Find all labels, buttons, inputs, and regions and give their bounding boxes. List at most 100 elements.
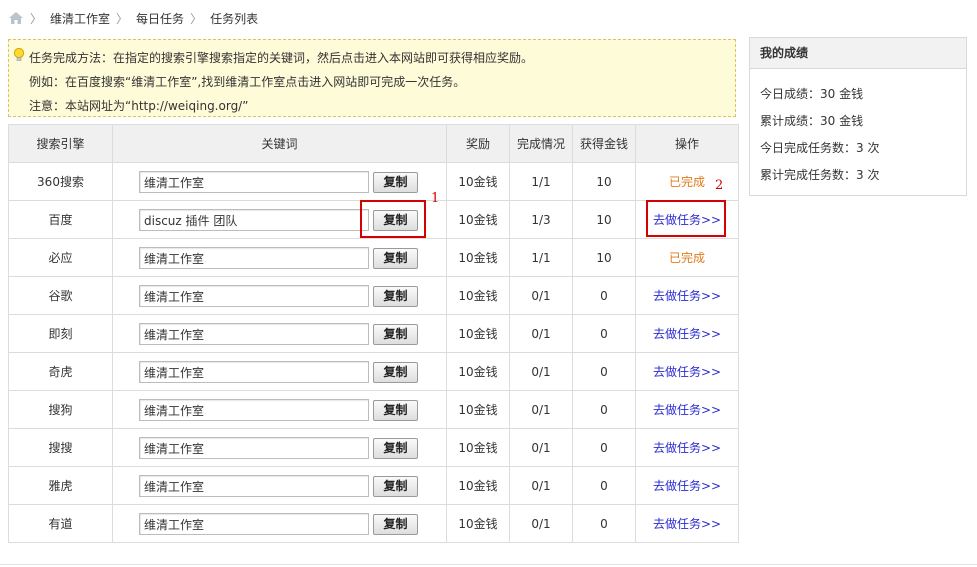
- footer-divider: [0, 564, 977, 565]
- earned: 0: [572, 352, 636, 391]
- do-task-link[interactable]: 去做任务>>: [653, 289, 721, 303]
- keyword-cell: 复制: [112, 276, 447, 315]
- header-progress: 完成情况: [509, 124, 573, 163]
- earned: 10: [572, 238, 636, 277]
- keyword-field[interactable]: [139, 209, 369, 231]
- earned: 0: [572, 504, 636, 543]
- stats-today-tasks: 今日完成任务数：3 次: [760, 141, 880, 155]
- table-row: 360搜索 复制 10金钱 1/1 10 已完成: [8, 162, 739, 201]
- lightbulb-icon: [13, 47, 25, 63]
- engine-name: 有道: [8, 504, 113, 543]
- engine-name: 雅虎: [8, 466, 113, 505]
- keyword-field[interactable]: [139, 285, 369, 307]
- header-action: 操作: [635, 124, 739, 163]
- keyword-field[interactable]: [139, 513, 369, 535]
- engine-name: 搜搜: [8, 428, 113, 467]
- table-row: 谷歌 复制 10金钱 0/1 0 去做任务>>: [8, 276, 739, 315]
- earned: 0: [572, 314, 636, 353]
- keyword-cell: 复制: [112, 504, 447, 543]
- earned: 10: [572, 162, 636, 201]
- keyword-field[interactable]: [139, 475, 369, 497]
- table-header-row: 搜索引擎 关键词 奖励 完成情况 获得金钱 操作: [8, 124, 739, 163]
- header-keyword: 关键词: [112, 124, 447, 163]
- table-row: 雅虎 复制 10金钱 0/1 0 去做任务>>: [8, 466, 739, 505]
- copy-button[interactable]: 复制: [373, 514, 418, 535]
- header-reward: 奖励: [446, 124, 510, 163]
- do-task-link[interactable]: 去做任务>>: [653, 517, 721, 531]
- breadcrumb-item-task-list: 任务列表: [210, 11, 259, 26]
- table-row: 必应 复制 10金钱 1/1 10 已完成: [8, 238, 739, 277]
- reward: 10金钱: [446, 352, 510, 391]
- progress: 0/1: [509, 390, 573, 429]
- table-row: 奇虎 复制 10金钱 0/1 0 去做任务>>: [8, 352, 739, 391]
- do-task-link[interactable]: 去做任务>>: [653, 365, 721, 379]
- header-engine: 搜索引擎: [8, 124, 113, 163]
- copy-button[interactable]: 复制: [373, 286, 418, 307]
- earned: 0: [572, 428, 636, 467]
- do-task-link[interactable]: 去做任务>>: [653, 403, 721, 417]
- header-earned: 获得金钱: [572, 124, 636, 163]
- do-task-link[interactable]: 去做任务>>: [653, 479, 721, 493]
- reward: 10金钱: [446, 504, 510, 543]
- copy-button[interactable]: 复制: [373, 248, 418, 269]
- stats-total-tasks: 累计完成任务数：3 次: [760, 168, 880, 182]
- notice-line-example: 例如：在百度搜索“维清工作室”,找到维清工作室点击进入网站即可完成一次任务。: [29, 75, 466, 89]
- progress: 1/1: [509, 162, 573, 201]
- engine-name: 百度: [8, 200, 113, 239]
- reward: 10金钱: [446, 276, 510, 315]
- breadcrumb-item-daily-tasks[interactable]: 每日任务: [136, 10, 184, 27]
- notice-line-method: 任务完成方法：在指定的搜索引擎搜索指定的关键词，然后点击进入本网站即可获得相应奖…: [29, 51, 534, 65]
- annotation-label-2: 2: [715, 178, 724, 193]
- reward: 10金钱: [446, 428, 510, 467]
- breadcrumb-item-studio[interactable]: 维清工作室: [50, 10, 110, 27]
- home-icon[interactable]: [8, 10, 24, 26]
- reward: 10金钱: [446, 390, 510, 429]
- copy-button[interactable]: 复制: [373, 362, 418, 383]
- progress: 0/1: [509, 276, 573, 315]
- progress: 1/3: [509, 200, 573, 239]
- breadcrumb-separator: 〉: [190, 11, 203, 26]
- copy-button[interactable]: 复制: [373, 324, 418, 345]
- copy-button[interactable]: 复制: [373, 438, 418, 459]
- engine-name: 即刻: [8, 314, 113, 353]
- reward: 10金钱: [446, 466, 510, 505]
- engine-name: 必应: [8, 238, 113, 277]
- keyword-field[interactable]: [139, 399, 369, 421]
- progress: 0/1: [509, 314, 573, 353]
- reward: 10金钱: [446, 162, 510, 201]
- keyword-cell: 复制: [112, 238, 447, 277]
- table-row: 即刻 复制 10金钱 0/1 0 去做任务>>: [8, 314, 739, 353]
- keyword-cell: 复制: [112, 428, 447, 467]
- keyword-field[interactable]: [139, 437, 369, 459]
- progress: 0/1: [509, 352, 573, 391]
- status-completed: 已完成: [668, 175, 705, 189]
- keyword-cell: 复制: [112, 314, 447, 353]
- progress: 1/1: [509, 238, 573, 277]
- task-notice: 任务完成方法：在指定的搜索引擎搜索指定的关键词，然后点击进入本网站即可获得相应奖…: [8, 39, 736, 117]
- keyword-field[interactable]: [139, 247, 369, 269]
- keyword-field[interactable]: [139, 171, 369, 193]
- copy-button[interactable]: 复制: [373, 400, 418, 421]
- notice-line-note: 注意：本站网址为“http://weiqing.org/”: [29, 99, 249, 113]
- keyword-cell: 复制: [112, 390, 447, 429]
- engine-name: 谷歌: [8, 276, 113, 315]
- engine-name: 搜狗: [8, 390, 113, 429]
- engine-name: 360搜索: [8, 162, 113, 201]
- keyword-field[interactable]: [139, 323, 369, 345]
- do-task-link[interactable]: 去做任务>>: [653, 441, 721, 455]
- table-row: 搜搜 复制 10金钱 0/1 0 去做任务>>: [8, 428, 739, 467]
- progress: 0/1: [509, 466, 573, 505]
- breadcrumb: 〉 维清工作室 〉 每日任务 〉 任务列表: [8, 9, 258, 27]
- keyword-cell: 复制: [112, 466, 447, 505]
- do-task-link[interactable]: 去做任务>>: [653, 327, 721, 341]
- breadcrumb-separator: 〉: [30, 11, 43, 26]
- keyword-field[interactable]: [139, 361, 369, 383]
- my-stats-panel: 我的成绩 今日成绩：30 金钱 累计成绩：30 金钱 今日完成任务数：3 次 累…: [749, 37, 967, 196]
- breadcrumb-separator: 〉: [116, 11, 129, 26]
- task-table: 搜索引擎 关键词 奖励 完成情况 获得金钱 操作 360搜索 复制 10金钱 1…: [8, 124, 739, 543]
- table-row: 有道 复制 10金钱 0/1 0 去做任务>>: [8, 504, 739, 543]
- copy-button[interactable]: 复制: [373, 476, 418, 497]
- annotation-box-do-task: [646, 200, 726, 237]
- stats-today-score: 今日成绩：30 金钱: [760, 87, 864, 101]
- copy-button[interactable]: 复制: [373, 172, 418, 193]
